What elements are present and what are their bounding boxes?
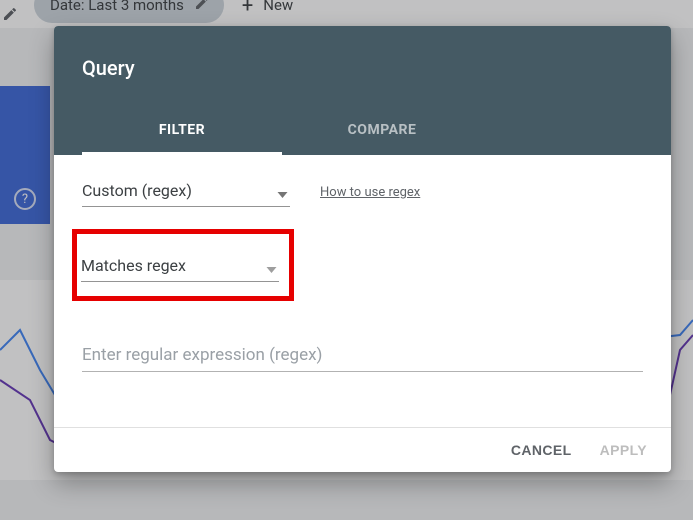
apply-button[interactable]: APPLY <box>600 442 647 458</box>
tab-compare[interactable]: COMPARE <box>282 108 482 155</box>
dialog-body: Custom (regex) How to use regex Matches … <box>54 155 671 427</box>
regex-input[interactable] <box>82 339 643 372</box>
tab-filter[interactable]: FILTER <box>82 108 282 155</box>
regex-input-row <box>82 339 643 372</box>
annotation-highlight: Matches regex <box>72 229 294 301</box>
filter-type-select[interactable]: Custom (regex) <box>82 177 290 207</box>
dialog-footer: CANCEL APPLY <box>54 427 671 472</box>
dialog-tabs: FILTER COMPARE <box>82 108 643 155</box>
cancel-button[interactable]: CANCEL <box>511 442 572 458</box>
dialog-header: Query FILTER COMPARE <box>54 26 671 155</box>
match-mode-row: Matches regex <box>82 243 643 315</box>
regex-help-link[interactable]: How to use regex <box>320 185 420 200</box>
query-dialog: Query FILTER COMPARE Custom (regex) How … <box>54 26 671 472</box>
dialog-title: Query <box>82 56 643 80</box>
match-mode-select[interactable]: Matches regex <box>81 252 279 282</box>
filter-type-row: Custom (regex) How to use regex <box>82 177 643 207</box>
